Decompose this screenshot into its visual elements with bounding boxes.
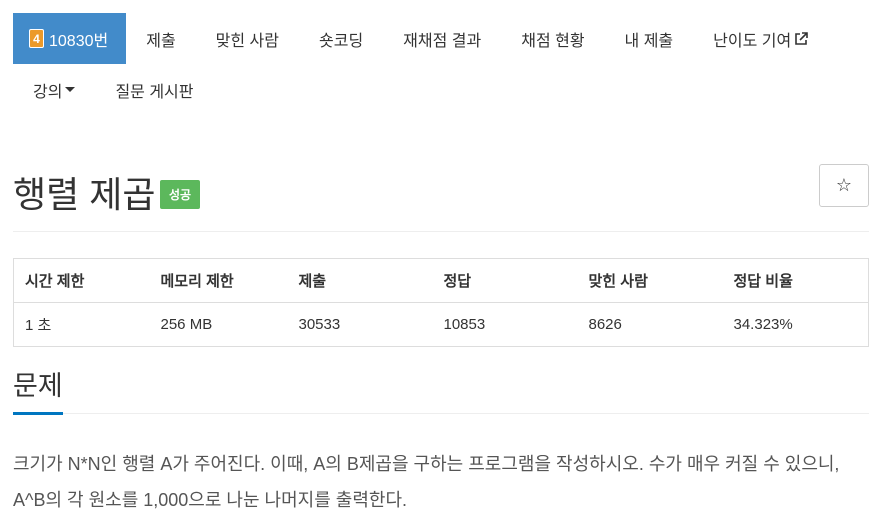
problem-info-table: 시간 제한 메모리 제한 제출 정답 맞힌 사람 정답 비율 1 초 256 M… bbox=[13, 258, 869, 347]
tab-rejudge-results[interactable]: 재채점 결과 bbox=[383, 13, 501, 64]
difficulty-contribution-label: 난이도 기여 bbox=[713, 32, 792, 50]
header-submissions: 제출 bbox=[287, 258, 433, 303]
problem-number: 10830번 bbox=[49, 32, 109, 50]
header-time-limit: 시간 제한 bbox=[13, 258, 150, 303]
external-link-icon bbox=[794, 31, 809, 46]
value-memory-limit: 256 MB bbox=[160, 316, 213, 333]
nav-row-main: 4 10830번 제출 맞힌 사람 숏코딩 재채점 결과 채점 현황 내 제출 … bbox=[13, 13, 869, 64]
favorite-button[interactable]: ☆ bbox=[819, 164, 869, 207]
nav-row-secondary: 강의 질문 게시판 bbox=[13, 64, 869, 115]
page-title: 행렬 제곱 bbox=[13, 174, 156, 215]
problem-section-header: 문제 bbox=[13, 370, 869, 415]
page-header: 행렬 제곱 성공 ☆ bbox=[13, 160, 869, 232]
tab-short-coding[interactable]: 숏코딩 bbox=[299, 13, 383, 64]
tab-submit[interactable]: 제출 bbox=[126, 13, 195, 64]
table-row: 1 초 256 MB 30533 10853 8626 34.323% bbox=[14, 303, 869, 347]
tab-judge-status[interactable]: 채점 현황 bbox=[501, 13, 604, 64]
table-header-row: 시간 제한 메모리 제한 제출 정답 맞힌 사람 정답 비율 bbox=[13, 258, 869, 303]
chevron-down-icon bbox=[65, 87, 76, 92]
value-correct-ratio: 34.323% bbox=[733, 316, 793, 333]
header-memory-limit: 메모리 제한 bbox=[149, 258, 288, 303]
lectures-label: 강의 bbox=[33, 83, 63, 101]
tab-question-board[interactable]: 질문 게시판 bbox=[95, 64, 213, 115]
tab-difficulty-contribution[interactable]: 난이도 기여 bbox=[693, 13, 828, 64]
tab-my-submissions[interactable]: 내 제출 bbox=[605, 13, 694, 64]
value-time-limit: 1 초 bbox=[25, 317, 52, 334]
tab-problem[interactable]: 4 10830번 bbox=[13, 13, 127, 64]
star-icon: ☆ bbox=[835, 175, 853, 195]
header-correct: 정답 bbox=[432, 258, 578, 303]
tab-solved-users[interactable]: 맞힌 사람 bbox=[196, 13, 299, 64]
header-correct-ratio: 정답 비율 bbox=[722, 258, 869, 303]
tab-lectures[interactable]: 강의 bbox=[13, 64, 95, 115]
value-correct: 10853 bbox=[443, 316, 486, 333]
value-solved-users: 8626 bbox=[588, 316, 622, 333]
problem-nav: 4 10830번 제출 맞힌 사람 숏코딩 재채점 결과 채점 현황 내 제출 … bbox=[13, 13, 869, 115]
header-solved-users: 맞힌 사람 bbox=[577, 258, 723, 303]
problem-description: 크기가 N*N인 행렬 A가 주어진다. 이때, A의 B제곱을 구하는 프로그… bbox=[13, 454, 840, 510]
section-title: 문제 bbox=[13, 370, 63, 415]
level-badge: 4 bbox=[29, 29, 44, 48]
value-submissions: 30533 bbox=[298, 316, 341, 333]
status-badge: 성공 bbox=[160, 180, 201, 209]
